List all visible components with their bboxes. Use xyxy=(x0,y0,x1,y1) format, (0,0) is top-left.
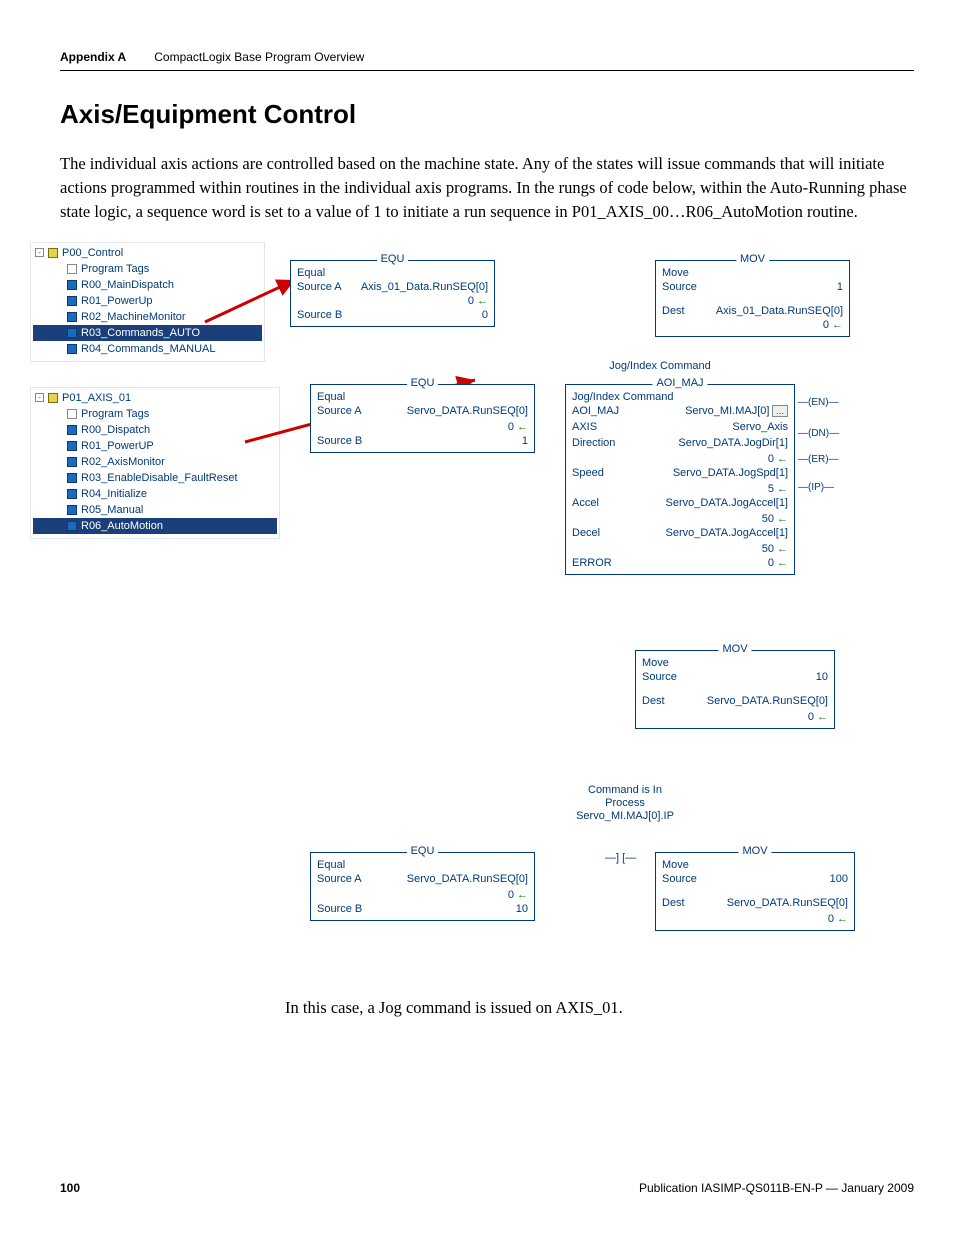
tree-item[interactable]: R04_Commands_MANUAL xyxy=(33,341,262,357)
tree-item[interactable]: R03_EnableDisable_FaultReset xyxy=(33,470,277,486)
tree-item[interactable]: R04_Initialize xyxy=(33,486,277,502)
block-title: AOI_MAJ xyxy=(652,377,707,389)
page-footer: 100 Publication IASIMP-QS011B-EN-P — Jan… xyxy=(60,1181,914,1195)
page-header: Appendix A CompactLogix Base Program Ove… xyxy=(60,50,914,71)
block-title: EQU xyxy=(377,253,409,265)
ellipsis-button[interactable]: ... xyxy=(772,405,788,417)
appendix-label: Appendix A xyxy=(60,50,126,64)
publication-id: Publication IASIMP-QS011B-EN-P — January… xyxy=(639,1181,914,1195)
caption: In this case, a Jog command is issued on… xyxy=(285,998,914,1018)
block-title: MOV xyxy=(718,643,751,655)
tree-item[interactable]: R06_AutoMotion xyxy=(33,518,277,534)
mov-block-3: MOVMoveSource100DestServo_DATA.RunSEQ[0]… xyxy=(655,852,855,931)
jogindex-label: Jog/Index Command xyxy=(580,360,740,373)
block-title: EQU xyxy=(407,377,439,389)
block-title: MOV xyxy=(736,253,769,265)
page-number: 100 xyxy=(60,1181,80,1195)
tree-root[interactable]: -P00_Control xyxy=(33,245,262,261)
pin-dn: —(DN)— xyxy=(798,428,839,439)
pin-ip: —(IP)— xyxy=(798,482,834,493)
intro-paragraph: The individual axis actions are controll… xyxy=(60,152,914,224)
equ-block-3: EQUEqualSource AServo_DATA.RunSEQ[0]0 ←S… xyxy=(310,852,535,921)
pin-er: —(ER)— xyxy=(798,454,839,465)
tree-item[interactable]: R05_Manual xyxy=(33,502,277,518)
mov-block-2: MOVMoveSource10DestServo_DATA.RunSEQ[0]0… xyxy=(635,650,835,729)
command-in-process-note: Command is InProcessServo_MI.MAJ[0].IP xyxy=(540,784,710,824)
block-title: EQU xyxy=(407,845,439,857)
chapter-label: CompactLogix Base Program Overview xyxy=(154,50,364,64)
aoi-maj-block: AOI_MAJJog/Index CommandAOI_MAJServo_MI.… xyxy=(565,384,795,575)
xic-contact: —] [— xyxy=(605,852,636,864)
mov-block-1: MOVMoveSource1DestAxis_01_Data.RunSEQ[0]… xyxy=(655,260,850,337)
pin-en: —(EN)— xyxy=(798,397,839,408)
equ-block-1: EQUEqualSource AAxis_01_Data.RunSEQ[0]0 … xyxy=(290,260,495,327)
tree-item[interactable]: R02_AxisMonitor xyxy=(33,454,277,470)
equ-block-2: EQUEqualSource AServo_DATA.RunSEQ[0]0 ←S… xyxy=(310,384,535,453)
page-title: Axis/Equipment Control xyxy=(60,99,914,130)
block-title: MOV xyxy=(738,845,771,857)
ladder-diagram: -P00_ControlProgram TagsR00_MainDispatch… xyxy=(30,242,870,982)
